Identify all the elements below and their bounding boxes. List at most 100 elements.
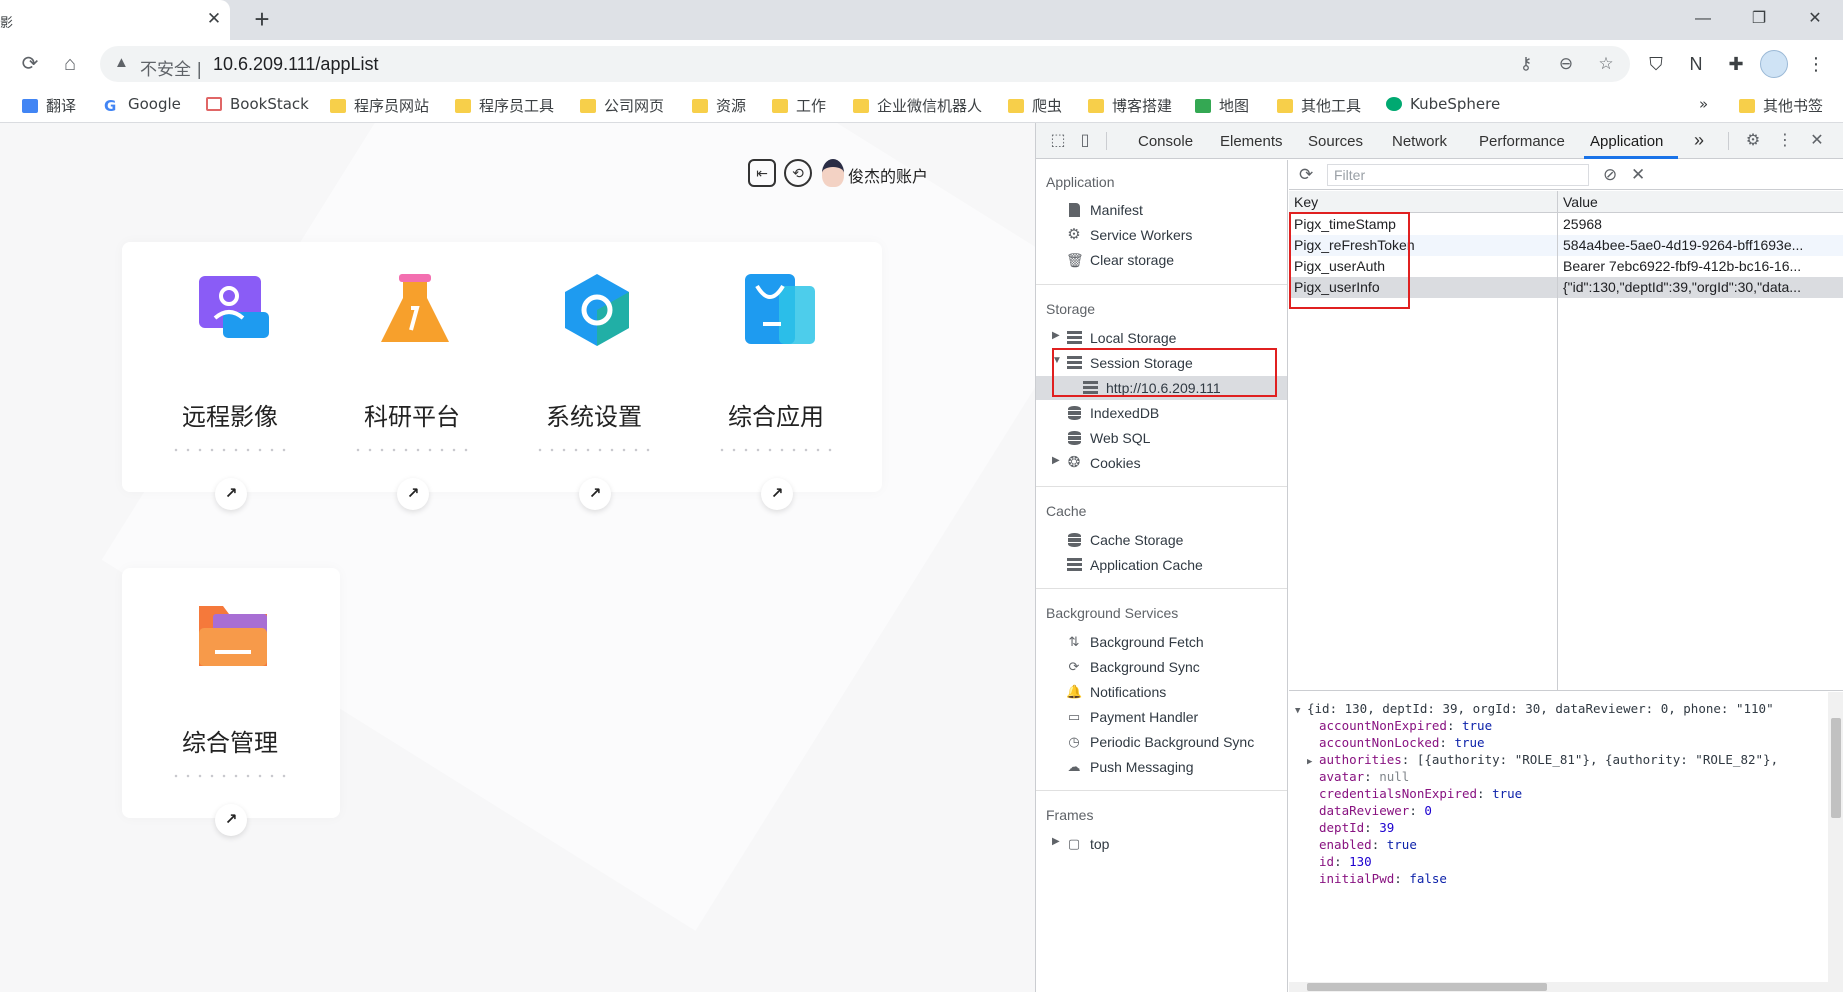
minimize-icon[interactable]: — xyxy=(1675,0,1731,40)
scrollbar-thumb[interactable] xyxy=(1307,983,1547,991)
bookmark-folder[interactable]: 爬虫 xyxy=(1008,95,1062,117)
bookmark-folder[interactable]: 工作 xyxy=(772,95,826,117)
collapse-arrow-icon[interactable]: ▼ xyxy=(1295,703,1307,720)
expand-arrow-icon[interactable]: ▶ xyxy=(1307,754,1319,771)
bookmark-other[interactable]: 其他书签 xyxy=(1739,95,1823,117)
device-toolbar-icon[interactable]: ▯ xyxy=(1074,131,1096,151)
collapse-arrow-icon[interactable]: ▼ xyxy=(1052,355,1062,366)
sidebar-item-service-workers[interactable]: ⚙ Service Workers xyxy=(1036,223,1287,247)
bookmark-map[interactable]: 地图 xyxy=(1195,95,1249,117)
more-tabs-icon[interactable]: » xyxy=(1694,130,1704,151)
open-arrow-icon[interactable]: ↗ xyxy=(397,478,429,510)
table-row[interactable]: Pigx_userAuth Bearer 7ebc6922-fbf9-412b-… xyxy=(1289,256,1843,277)
table-row-selected[interactable]: Pigx_userInfo {"id":130,"deptId":39,"org… xyxy=(1289,277,1843,298)
star-icon[interactable]: ☆ xyxy=(1594,52,1618,76)
restore-icon[interactable]: ❐ xyxy=(1731,0,1787,40)
sidebar-item-notifications[interactable]: 🔔 Notifications xyxy=(1036,680,1287,704)
tab-console[interactable]: Console xyxy=(1138,133,1193,150)
logout-icon[interactable]: ⇤ xyxy=(748,159,776,187)
tab-performance[interactable]: Performance xyxy=(1479,133,1565,150)
open-arrow-icon[interactable]: ↗ xyxy=(215,804,247,836)
app-tile[interactable]: 系统设置 ↗ xyxy=(519,252,669,510)
notion-icon[interactable]: N xyxy=(1682,50,1710,78)
switch-user-icon[interactable]: ⟲ xyxy=(784,159,812,187)
account-name[interactable]: 俊杰的账户 xyxy=(848,163,928,187)
sidebar-item-push-messaging[interactable]: ☁ Push Messaging xyxy=(1036,755,1287,779)
table-row[interactable]: Pigx_timeStamp 25968 xyxy=(1289,214,1843,235)
kebab-menu-icon[interactable]: ⋮ xyxy=(1774,131,1796,151)
column-header-value[interactable]: Value xyxy=(1563,194,1598,210)
refresh-icon[interactable]: ⟳ xyxy=(1299,165,1313,185)
window-close-icon[interactable]: ✕ xyxy=(1787,0,1843,40)
sidebar-item-periodic-background-sync[interactable]: ◷ Periodic Background Sync xyxy=(1036,730,1287,754)
sidebar-item-web-sql[interactable]: Web SQL xyxy=(1036,426,1287,450)
filter-input[interactable] xyxy=(1327,164,1589,186)
bookmark-bookstack[interactable]: BookStack xyxy=(206,95,309,117)
tab-sources[interactable]: Sources xyxy=(1308,133,1363,150)
open-arrow-icon[interactable]: ↗ xyxy=(761,478,793,510)
column-header-key[interactable]: Key xyxy=(1294,194,1318,210)
open-arrow-icon[interactable]: ↗ xyxy=(579,478,611,510)
tab-close-icon[interactable]: ✕ xyxy=(204,9,224,29)
home-icon[interactable]: ⌂ xyxy=(56,50,84,78)
app-tile[interactable]: 远程影像 ↗ xyxy=(155,252,305,510)
vertical-scrollbar[interactable] xyxy=(1828,692,1843,992)
bookmarks-more-button[interactable]: » xyxy=(1699,95,1708,117)
tab-application[interactable]: Application xyxy=(1590,133,1663,150)
sidebar-item-cache-storage[interactable]: Cache Storage xyxy=(1036,528,1287,552)
sidebar-item-payment-handler[interactable]: ▭ Payment Handler xyxy=(1036,705,1287,729)
clear-all-icon[interactable]: ⊘ xyxy=(1603,165,1617,185)
app-tile[interactable]: 科研平台 ↗ xyxy=(337,252,487,510)
sidebar-item-clear-storage[interactable]: 🗑 Clear storage xyxy=(1036,248,1287,272)
sidebar-item-application-cache[interactable]: Application Cache xyxy=(1036,553,1287,577)
profile-avatar[interactable] xyxy=(1760,50,1788,78)
table-row[interactable]: Pigx_reFreshToken 584a4bee-5ae0-4d19-926… xyxy=(1289,235,1843,256)
bookmark-folder[interactable]: 程序员工具 xyxy=(455,95,554,117)
sidebar-item-background-sync[interactable]: ⟳ Background Sync xyxy=(1036,655,1287,679)
column-divider[interactable] xyxy=(1557,191,1558,691)
tab-network[interactable]: Network xyxy=(1392,133,1447,150)
extension-shield-icon[interactable]: ⛉ xyxy=(1642,50,1670,78)
expand-arrow-icon[interactable]: ▶ xyxy=(1052,330,1060,341)
tab-elements[interactable]: Elements xyxy=(1220,133,1283,150)
inspect-element-icon[interactable]: ⬚ xyxy=(1047,131,1069,151)
bookmark-folder[interactable]: 公司网页 xyxy=(580,95,664,117)
bookmark-folder[interactable]: 企业微信机器人 xyxy=(853,95,982,117)
sidebar-item-session-storage[interactable]: ▼ Session Storage xyxy=(1036,351,1287,375)
menu-dots-icon[interactable]: ⋮ xyxy=(1802,50,1830,78)
sidebar-item-cookies[interactable]: ▶ ❂ Cookies xyxy=(1036,451,1287,475)
bookmark-folder[interactable]: 博客搭建 xyxy=(1088,95,1172,117)
scrollbar-thumb[interactable] xyxy=(1831,718,1841,818)
preview-prop-expandable[interactable]: ▶ authorities: [{authority: "ROLE_81"}, {… xyxy=(1307,751,1778,768)
sidebar-item-local-storage[interactable]: ▶ Local Storage xyxy=(1036,326,1287,350)
zoom-icon[interactable]: ⊖ xyxy=(1554,52,1578,76)
delete-selected-icon[interactable]: ✕ xyxy=(1631,165,1645,185)
settings-gear-icon[interactable]: ⚙ xyxy=(1742,131,1764,151)
preview-summary[interactable]: ▼ {id: 130, deptId: 39, orgId: 30, dataRe… xyxy=(1295,700,1774,717)
bookmark-folder[interactable]: 其他工具 xyxy=(1277,95,1361,117)
expand-arrow-icon[interactable]: ▶ xyxy=(1052,836,1060,847)
sidebar-item-background-fetch[interactable]: ⇅ Background Fetch xyxy=(1036,630,1287,654)
sidebar-item-frame-top[interactable]: ▶ ▢ top xyxy=(1036,832,1287,856)
bookmark-translate[interactable]: 翻译 xyxy=(22,95,76,117)
address-bar[interactable]: ▲ 不安全 | 10.6.209.111/appList ⚷ ⊖ ☆ xyxy=(100,46,1630,82)
bookmark-folder[interactable]: 资源 xyxy=(692,95,746,117)
bookmark-google[interactable]: G Google xyxy=(104,95,181,117)
key-icon[interactable]: ⚷ xyxy=(1514,52,1538,76)
expand-arrow-icon[interactable]: ▶ xyxy=(1052,455,1060,466)
browser-tab[interactable]: 影 ✕ xyxy=(0,0,230,40)
close-devtools-icon[interactable]: ✕ xyxy=(1806,131,1828,151)
sidebar-item-indexeddb[interactable]: IndexedDB xyxy=(1036,401,1287,425)
reload-icon[interactable]: ⟳ xyxy=(16,50,44,78)
open-arrow-icon[interactable]: ↗ xyxy=(215,478,247,510)
bookmark-kubesphere[interactable]: KubeSphere xyxy=(1386,95,1500,117)
puzzle-icon[interactable]: ✚ xyxy=(1722,50,1750,78)
bookmark-folder[interactable]: 程序员网站 xyxy=(330,95,429,117)
app-tile[interactable]: 综合应用 ↗ xyxy=(701,252,851,510)
app-tile[interactable]: 综合管理 ↗ xyxy=(155,578,305,836)
sidebar-item-manifest[interactable]: Manifest xyxy=(1036,198,1287,222)
avatar[interactable] xyxy=(822,159,844,187)
new-tab-button[interactable]: + xyxy=(248,6,276,34)
horizontal-scrollbar[interactable] xyxy=(1289,982,1828,992)
sidebar-item-session-origin[interactable]: http://10.6.209.111 xyxy=(1036,376,1287,400)
